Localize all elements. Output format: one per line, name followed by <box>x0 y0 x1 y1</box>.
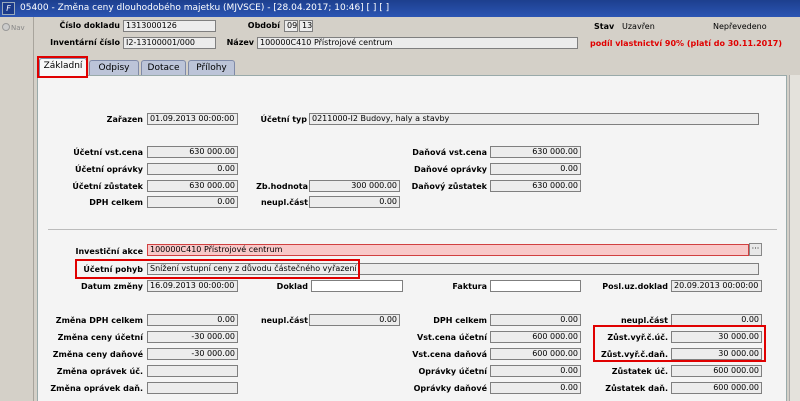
cislo-dokladu-label: Číslo dokladu <box>59 21 120 30</box>
vertical-scrollbar[interactable] <box>789 75 800 401</box>
zarazen-field[interactable]: 01.09.2013 00:00:00 <box>147 113 238 125</box>
vst-cena-ucetni-label: Vst.cena účetní <box>417 333 487 342</box>
inventarni-cislo-label: Inventární číslo <box>50 38 120 47</box>
nav-label: Nav <box>11 24 25 32</box>
zustatek-dan-field[interactable]: 600 000.00 <box>671 382 762 394</box>
window-title: 05400 - Změna ceny dlouhodobého majetku … <box>20 3 390 13</box>
podil-text: podíl vlastnictví 90% (platí do 30.11.20… <box>590 39 782 48</box>
tab-prilohy[interactable]: Přílohy <box>188 60 235 75</box>
danove-opravky-label: Daňové oprávky <box>414 165 487 174</box>
zmena-opravek-uc-label: Změna oprávek úč. <box>56 367 143 376</box>
zmena-ceny-ucetni-field[interactable]: -30 000.00 <box>147 331 238 343</box>
ucetni-zustatek-label: Účetní zůstatek <box>72 182 143 191</box>
zb-hodnota-label: Zb.hodnota <box>256 182 308 191</box>
prevod-value: Nepřevedeno <box>713 22 767 31</box>
ucetni-typ-field[interactable]: 0211000-I2 Budovy, haly a stavby <box>309 113 759 125</box>
title-bar: F 05400 - Změna ceny dlouhodobého majetk… <box>0 0 800 17</box>
posl-uz-doklad-label: Posl.uz.doklad <box>602 282 668 291</box>
vst-cena-ucetni-field[interactable]: 600 000.00 <box>490 331 581 343</box>
vst-cena-danova-field[interactable]: 600 000.00 <box>490 348 581 360</box>
opravky-danove-label: Oprávky daňové <box>413 384 487 393</box>
app-icon: F <box>2 2 15 15</box>
zmena-opravek-dan-field[interactable] <box>147 382 238 394</box>
zustatek-dan-label: Zůstatek daň. <box>605 384 668 393</box>
obdobi-month-field[interactable]: 09 <box>284 20 298 32</box>
danovy-zustatek-field[interactable]: 630 000.00 <box>490 180 581 192</box>
danovy-zustatek-label: Daňový zůstatek <box>411 182 487 191</box>
doklad-field[interactable] <box>311 280 403 292</box>
nav-icon <box>2 23 10 31</box>
zmena-ceny-danove-label: Změna ceny daňové <box>52 350 143 359</box>
neupl-cast-field[interactable]: 0.00 <box>309 196 400 208</box>
obdobi-year-field[interactable]: 13 <box>299 20 313 32</box>
inventarni-cislo-field[interactable]: I2-13100001/000 <box>123 37 216 49</box>
zmena-ceny-ucetni-label: Změna ceny účetní <box>57 333 143 342</box>
ucetni-vst-cena-label: Účetní vst.cena <box>73 148 143 157</box>
left-side-panel: Nav <box>0 17 34 401</box>
zmena-dph-celkem-label: Změna DPH celkem <box>55 316 143 325</box>
zb-hodnota-field[interactable]: 300 000.00 <box>309 180 400 192</box>
datum-zmeny-label: Datum změny <box>80 282 143 291</box>
stav-value: Uzavřen <box>622 22 655 31</box>
nazev-label: Název <box>226 38 254 47</box>
opravky-danove-field[interactable]: 0.00 <box>490 382 581 394</box>
ucetni-typ-label: Účetní typ <box>260 115 307 124</box>
ucetni-opravky-label: Účetní oprávky <box>74 165 143 174</box>
bottom-neupl-cast-field[interactable]: 0.00 <box>309 314 400 326</box>
posl-uz-doklad-field[interactable]: 20.09.2013 00:00:00 <box>671 280 762 292</box>
bottom-dph-celkem-field[interactable]: 0.00 <box>490 314 581 326</box>
zmena-ceny-danove-field[interactable]: -30 000.00 <box>147 348 238 360</box>
zustatek-uc-label: Zůstatek úč. <box>611 367 668 376</box>
nazev-field[interactable]: 100000C410 Přístrojové centrum <box>257 37 578 49</box>
zmena-opravek-uc-field[interactable] <box>147 365 238 377</box>
investicni-akce-label: Investiční akce <box>75 247 144 256</box>
ucetni-pohyb-label: Účetní pohyb <box>83 265 143 274</box>
ucetni-vst-cena-field[interactable]: 630 000.00 <box>147 146 238 158</box>
ucetni-zustatek-field[interactable]: 630 000.00 <box>147 180 238 192</box>
zmena-dph-celkem-field[interactable]: 0.00 <box>147 314 238 326</box>
neupl-cast-label: neupl.část <box>260 198 308 207</box>
zmena-opravek-dan-label: Změna oprávek daň. <box>50 384 143 393</box>
ucetni-pohyb-field[interactable]: Snížení vstupní ceny z důvodu částečného… <box>147 263 759 275</box>
opravky-ucetni-label: Oprávky účetní <box>418 367 487 376</box>
bottom-neupl-cast2-label: neupl.část <box>620 316 668 325</box>
stav-label: Stav <box>594 22 615 31</box>
dph-celkem-field[interactable]: 0.00 <box>147 196 238 208</box>
danova-vst-cena-label: Daňová vst.cena <box>412 148 487 157</box>
zust-vyr-c-dan-field[interactable]: 30 000.00 <box>671 348 762 360</box>
vst-cena-danova-label: Vst.cena daňová <box>412 350 487 359</box>
tab-odpisy[interactable]: Odpisy <box>89 60 139 75</box>
faktura-field[interactable] <box>490 280 581 292</box>
zust-vyr-c-uc-label: Zůst.vyř.č.úč. <box>607 333 668 342</box>
investicni-akce-lookup-button[interactable]: ··· <box>749 243 762 256</box>
ucetni-opravky-field[interactable]: 0.00 <box>147 163 238 175</box>
danove-opravky-field[interactable]: 0.00 <box>490 163 581 175</box>
opravky-ucetni-field[interactable]: 0.00 <box>490 365 581 377</box>
bottom-neupl-cast2-field[interactable]: 0.00 <box>671 314 762 326</box>
section-divider <box>48 229 777 230</box>
obdobi-label: Období <box>247 21 280 30</box>
doklad-label: Doklad <box>276 282 308 291</box>
faktura-label: Faktura <box>452 282 487 291</box>
datum-zmeny-field[interactable]: 16.09.2013 00:00:00 <box>147 280 238 292</box>
zust-vyr-c-dan-label: Zůst.vyř.č.daň. <box>600 350 668 359</box>
zarazen-label: Zařazen <box>106 115 143 124</box>
nav-button[interactable]: Nav <box>2 22 32 34</box>
tab-dotace[interactable]: Dotace <box>141 60 186 75</box>
bottom-dph-celkem-label: DPH celkem <box>433 316 487 325</box>
tab-zakladni[interactable]: Základní <box>39 58 87 76</box>
cislo-dokladu-field[interactable]: 1313000126 <box>123 20 216 32</box>
bottom-neupl-cast-label: neupl.část <box>260 316 308 325</box>
danova-vst-cena-field[interactable]: 630 000.00 <box>490 146 581 158</box>
investicni-akce-field[interactable]: 100000C410 Přístrojové centrum <box>147 244 749 256</box>
zust-vyr-c-uc-field[interactable]: 30 000.00 <box>671 331 762 343</box>
dph-celkem-label: DPH celkem <box>89 198 143 207</box>
zustatek-uc-field[interactable]: 600 000.00 <box>671 365 762 377</box>
